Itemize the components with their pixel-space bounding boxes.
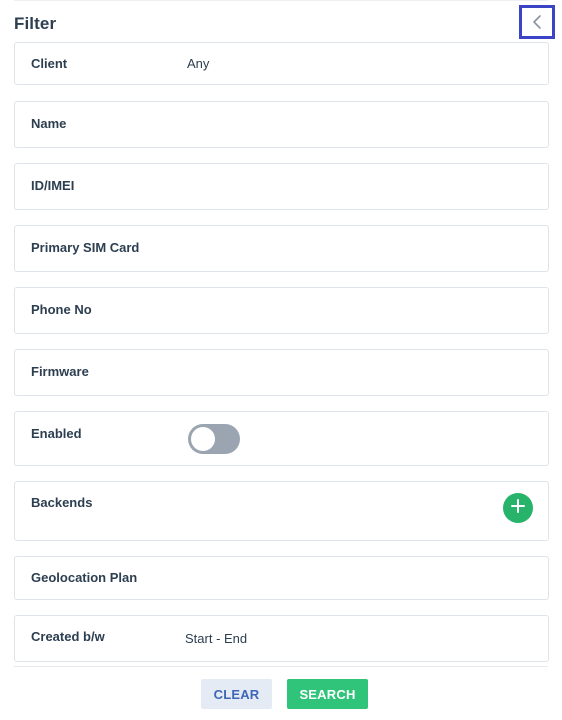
top-divider xyxy=(14,0,548,1)
id-imei-field[interactable]: ID/IMEI xyxy=(14,163,549,210)
filter-panel: Filter Client Any Name ID/IMEI Primary S… xyxy=(0,0,562,720)
phone-no-field[interactable]: Phone No xyxy=(14,287,549,334)
collapse-panel-button[interactable] xyxy=(519,5,555,39)
created-between-label: Created b/w xyxy=(31,629,105,644)
enabled-toggle[interactable] xyxy=(188,424,240,454)
firmware-field[interactable]: Firmware xyxy=(14,349,549,396)
enabled-label: Enabled xyxy=(31,426,82,441)
client-field[interactable]: Client Any xyxy=(14,42,549,85)
client-value[interactable]: Any xyxy=(187,56,209,71)
add-backend-button[interactable] xyxy=(503,493,533,523)
phone-no-label: Phone No xyxy=(31,302,92,317)
enabled-field: Enabled xyxy=(14,411,549,466)
primary-sim-card-label: Primary SIM Card xyxy=(31,240,140,255)
chevron-left-icon xyxy=(532,14,542,30)
geolocation-plan-label: Geolocation Plan xyxy=(31,570,138,585)
backends-label: Backends xyxy=(31,495,93,510)
created-between-field[interactable]: Created b/w Start - End xyxy=(14,615,549,662)
plus-icon xyxy=(511,498,525,518)
name-label: Name xyxy=(31,116,67,131)
firmware-label: Firmware xyxy=(31,364,89,379)
primary-sim-card-field[interactable]: Primary SIM Card xyxy=(14,225,549,272)
geolocation-plan-field[interactable]: Geolocation Plan xyxy=(14,556,549,600)
created-between-value[interactable]: Start - End xyxy=(185,631,247,646)
panel-title: Filter xyxy=(14,14,57,33)
search-button[interactable]: SEARCH xyxy=(287,679,368,709)
client-label: Client xyxy=(31,56,68,71)
id-imei-label: ID/IMEI xyxy=(31,178,75,193)
footer-divider xyxy=(14,666,548,667)
clear-button[interactable]: CLEAR xyxy=(201,679,272,709)
backends-field: Backends xyxy=(14,481,549,541)
name-field[interactable]: Name xyxy=(14,101,549,148)
toggle-knob xyxy=(191,427,215,451)
